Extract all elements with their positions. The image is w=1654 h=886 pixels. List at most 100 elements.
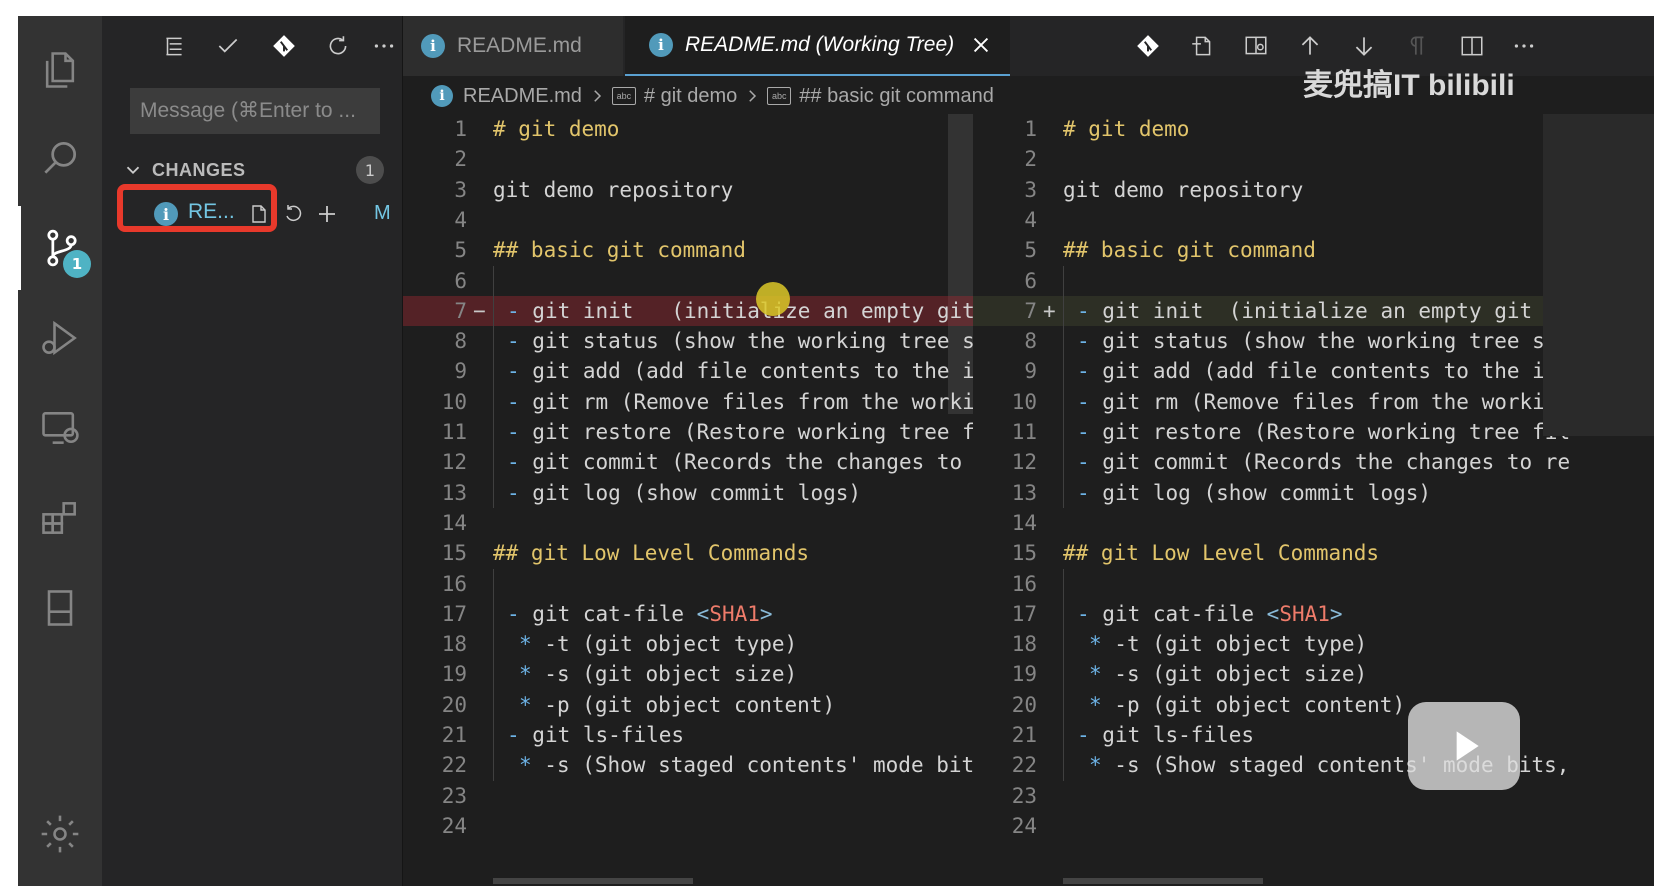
code-line[interactable]: 13 - git log (show commit logs): [973, 478, 1638, 508]
code-line[interactable]: 17 - git cat-file <SHA1>: [973, 599, 1638, 629]
code-line[interactable]: 9 - git add (add file contents to the ind: [973, 356, 1638, 386]
code-line[interactable]: 19 * -s (git object size): [403, 659, 973, 689]
code-line[interactable]: 11 - git restore (Restore working tree fi…: [973, 417, 1638, 447]
code-text: - git init (initialize an empty git re: [1077, 298, 1571, 323]
code-line[interactable]: 12 - git commit (Records the changes to r…: [973, 447, 1638, 477]
code-line[interactable]: 1 # git demo: [403, 114, 973, 144]
code-line[interactable]: 11 - git restore (Restore working tree fi…: [403, 417, 973, 447]
code-line[interactable]: 6: [403, 266, 973, 296]
more-actions-icon[interactable]: [1506, 30, 1542, 62]
line-number: 15: [1011, 541, 1037, 566]
pilcrow-icon[interactable]: [1400, 30, 1436, 62]
code-line[interactable]: 16: [403, 569, 973, 599]
horizontal-scrollbar[interactable]: [493, 878, 693, 884]
breadcrumb-item[interactable]: ## basic git command: [799, 85, 994, 108]
code-line[interactable]: 21 - git ls-files: [973, 720, 1638, 750]
code-line[interactable]: 24: [403, 811, 973, 841]
code-line[interactable]: 1 # git demo: [973, 114, 1638, 144]
code-text: * -s (git object size): [1089, 662, 1368, 687]
horizontal-scrollbar[interactable]: [1063, 878, 1263, 884]
code-line[interactable]: 18 * -t (git object type): [973, 629, 1638, 659]
code-line[interactable]: 7− - git init (initialize an empty git r: [403, 295, 973, 326]
code-line[interactable]: 23: [403, 781, 973, 811]
code-line[interactable]: 15 ## git Low Level Commands: [403, 538, 973, 568]
code-line[interactable]: 8 - git status (show the working tree sta: [403, 326, 973, 356]
arrow-down-icon[interactable]: [1346, 30, 1382, 62]
line-number: 22: [1011, 753, 1037, 778]
code-line[interactable]: 18 * -t (git object type): [403, 629, 973, 659]
code-line[interactable]: 2: [973, 144, 1638, 174]
remote-explorer-icon[interactable]: [18, 386, 102, 470]
line-number: 23: [1011, 783, 1037, 808]
line-number: 20: [441, 692, 467, 717]
breadcrumb-item[interactable]: README.md: [463, 85, 582, 108]
code-line[interactable]: 14: [403, 508, 973, 538]
commit-message-input[interactable]: [130, 88, 380, 134]
gear-icon[interactable]: [18, 792, 102, 876]
open-preview-icon[interactable]: [1238, 30, 1274, 62]
code-line[interactable]: 13 - git log (show commit logs): [403, 478, 973, 508]
code-line[interactable]: 23: [973, 781, 1638, 811]
code-text: - git cat-file <SHA1>: [507, 601, 773, 626]
diff-original-pane[interactable]: 1 # git demo 2 3 git demo repository 4 5 ## bas…: [403, 114, 973, 886]
open-file-icon[interactable]: [1184, 30, 1220, 62]
changes-section-header[interactable]: CHANGES 1: [122, 154, 384, 186]
git-diamond-icon[interactable]: [266, 30, 302, 62]
tab-label: README.md (Working Tree): [685, 33, 955, 56]
view-as-tree-icon[interactable]: [156, 30, 192, 62]
code-line[interactable]: 2: [403, 144, 973, 174]
commit-check-icon[interactable]: [210, 30, 246, 62]
string-symbol-icon: abc: [611, 87, 636, 105]
breadcrumb-item[interactable]: # git demo: [644, 85, 737, 108]
code-line[interactable]: 10 - git rm (Remove files from the workin…: [973, 387, 1638, 417]
code-line[interactable]: 19 * -s (git object size): [973, 659, 1638, 689]
extensions-icon[interactable]: [18, 476, 102, 560]
code-line[interactable]: 7 + - git init (initialize an empty git re: [973, 295, 1638, 326]
code-line[interactable]: 16: [973, 569, 1638, 599]
line-number: 21: [1011, 723, 1037, 747]
stage-changes-icon[interactable]: [312, 198, 342, 230]
code-line[interactable]: 24: [973, 811, 1638, 841]
run-debug-icon[interactable]: [18, 296, 102, 380]
tab-readme-working-tree[interactable]: i README.md (Working Tree): [625, 16, 1010, 76]
code-line[interactable]: 20 * -p (git object content): [973, 690, 1638, 720]
more-actions-icon[interactable]: [366, 30, 402, 62]
code-line[interactable]: 22 * -s (Show staged contents' mode bits,: [403, 750, 973, 780]
code-line[interactable]: 4: [973, 205, 1638, 235]
line-number: 11: [441, 420, 467, 444]
arrow-up-icon[interactable]: [1292, 30, 1328, 62]
open-changes-icon[interactable]: [1130, 30, 1166, 62]
code-line[interactable]: 6: [973, 266, 1638, 296]
code-line[interactable]: 4: [403, 205, 973, 235]
code-line[interactable]: 5 ## basic git command: [403, 235, 973, 265]
book-icon[interactable]: [18, 566, 102, 650]
split-editor-icon[interactable]: [1454, 30, 1490, 62]
code-line[interactable]: 17 - git cat-file <SHA1>: [403, 599, 973, 629]
code-line[interactable]: 15 ## git Low Level Commands: [973, 538, 1638, 568]
code-line[interactable]: 3 git demo repository: [403, 175, 973, 205]
code-line[interactable]: 10 - git rm (Remove files from the workin…: [403, 387, 973, 417]
diff-modified-pane[interactable]: 1 # git demo 2 3 git demo repository 4 5 ## bas…: [973, 114, 1638, 886]
explorer-icon[interactable]: [18, 28, 102, 112]
search-icon[interactable]: [18, 116, 102, 200]
source-control-icon[interactable]: 1: [18, 206, 102, 290]
minimap[interactable]: [1543, 114, 1654, 436]
editor-area: i README.md i README.md (Working Tree) i…: [403, 16, 1654, 886]
refresh-icon[interactable]: [320, 30, 356, 62]
close-icon[interactable]: [970, 34, 992, 56]
code-line[interactable]: 22 * -s (Show staged contents' mode bits,: [973, 750, 1638, 780]
code-line[interactable]: 8 - git status (show the working tree sta: [973, 326, 1638, 356]
tab-readme[interactable]: i README.md: [403, 16, 623, 76]
line-number: 24: [441, 813, 467, 838]
code-line[interactable]: 3 git demo repository: [973, 175, 1638, 205]
line-number: 1: [454, 117, 467, 141]
code-line[interactable]: 14: [973, 508, 1638, 538]
discard-changes-icon[interactable]: [278, 198, 308, 230]
code-line[interactable]: 5 ## basic git command: [973, 235, 1638, 265]
code-line[interactable]: 9 - git add (add file contents to the ind: [403, 356, 973, 386]
code-line[interactable]: 12 - git commit (Records the changes to r…: [403, 447, 973, 477]
line-number: 23: [441, 783, 467, 808]
line-number: 14: [1011, 510, 1037, 535]
code-line[interactable]: 20 * -p (git object content): [403, 690, 973, 720]
code-line[interactable]: 21 - git ls-files: [403, 720, 973, 750]
